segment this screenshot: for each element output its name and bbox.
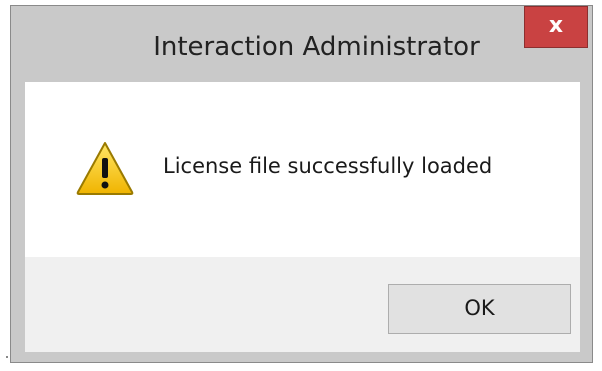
dialog-window: Interaction Administrator x License file… bbox=[10, 5, 593, 363]
title-bar[interactable]: Interaction Administrator x bbox=[11, 6, 592, 81]
ok-button[interactable]: OK bbox=[388, 284, 571, 334]
message-text: License file successfully loaded bbox=[163, 154, 493, 178]
close-button[interactable]: x bbox=[524, 6, 588, 48]
button-bar: OK bbox=[25, 257, 580, 352]
dialog-content: License file successfully loaded OK bbox=[25, 82, 580, 352]
window-title: Interaction Administrator bbox=[153, 32, 480, 62]
message-area: License file successfully loaded bbox=[25, 82, 580, 257]
stray-dot bbox=[6, 356, 8, 358]
warning-icon bbox=[76, 142, 134, 195]
